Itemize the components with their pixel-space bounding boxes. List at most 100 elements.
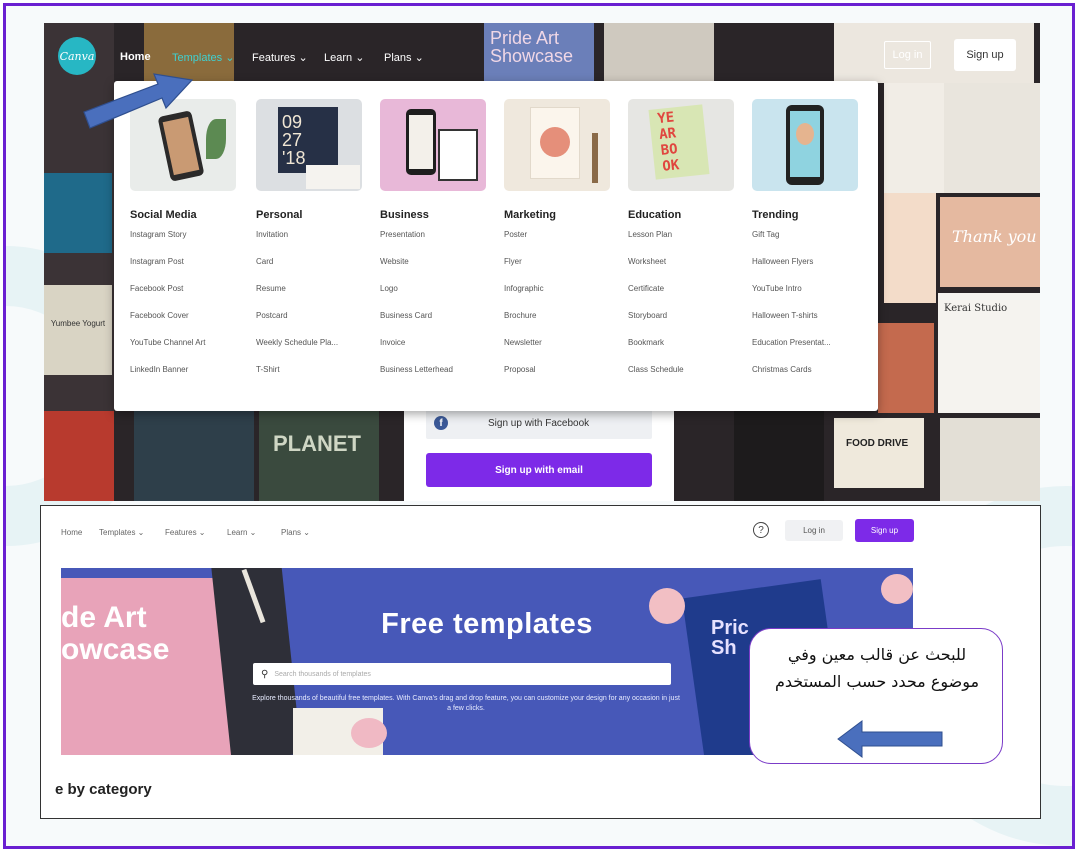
login-button[interactable]: Log in	[884, 41, 931, 69]
column-title[interactable]: Marketing	[504, 209, 614, 221]
login-button[interactable]: Log in	[785, 520, 843, 541]
poster-art-graphic	[540, 127, 570, 157]
menu-item[interactable]: Instagram Story	[130, 229, 240, 256]
food-drive-text: FOOD DRIVE	[846, 438, 909, 449]
menu-item[interactable]: Bookmark	[628, 337, 738, 364]
nav-plans[interactable]: Plans ⌄	[281, 528, 310, 537]
education-thumbnail[interactable]: YE AR BO OK	[628, 99, 734, 191]
menu-item[interactable]: Facebook Post	[130, 283, 240, 310]
menu-item[interactable]: LinkedIn Banner	[130, 364, 240, 391]
dropdown-column-education: YE AR BO OK Education Lesson Plan Worksh…	[628, 99, 738, 391]
column-title[interactable]: Social Media	[130, 209, 240, 221]
hero-description: Explore thousands of beautiful free temp…	[252, 695, 680, 712]
card-graphic: 09 27 '18	[278, 107, 338, 173]
templates-dropdown-menu: Social Media Instagram Story Instagram P…	[114, 81, 878, 411]
bg-template-tile: Yumbee Yogurt	[48, 319, 108, 359]
menu-item[interactable]: Newsletter	[504, 337, 614, 364]
dropdown-column-trending: Trending Gift Tag Halloween Flyers YouTu…	[752, 99, 862, 391]
help-icon[interactable]: ?	[753, 522, 769, 538]
menu-item[interactable]: Poster	[504, 229, 614, 256]
business-thumbnail[interactable]	[380, 99, 486, 191]
menu-item[interactable]: Facebook Cover	[130, 310, 240, 337]
menu-item[interactable]: Card	[256, 256, 366, 283]
menu-item[interactable]: Brochure	[504, 310, 614, 337]
menu-item[interactable]: YouTube Intro	[752, 283, 862, 310]
menu-item[interactable]: Halloween Flyers	[752, 256, 862, 283]
signup-facebook-button[interactable]: f Sign up with Facebook	[426, 407, 652, 439]
menu-item[interactable]: YouTube Channel Art	[130, 337, 240, 364]
dropdown-column-personal: 09 27 '18 Personal Invitation Card Resum…	[256, 99, 366, 391]
menu-item[interactable]: Education Presentat...	[752, 337, 862, 364]
menu-item[interactable]: Storyboard	[628, 310, 738, 337]
facebook-icon: f	[434, 416, 448, 430]
signup-email-button[interactable]: Sign up with email	[426, 453, 652, 487]
menu-item[interactable]: Christmas Cards	[752, 364, 862, 391]
flower-graphic	[351, 718, 387, 748]
leaf-graphic	[206, 119, 226, 159]
menu-item[interactable]: Invitation	[256, 229, 366, 256]
menu-item[interactable]: Presentation	[380, 229, 490, 256]
column-title[interactable]: Trending	[752, 209, 862, 221]
bg-template-tile	[940, 418, 1040, 501]
menu-item[interactable]: Infographic	[504, 283, 614, 310]
bg-template-tile: FOOD DRIVE	[834, 418, 924, 488]
menu-item[interactable]: Gift Tag	[752, 229, 862, 256]
column-title[interactable]: Personal	[256, 209, 366, 221]
flower-graphic	[881, 574, 913, 604]
menu-item[interactable]: Lesson Plan	[628, 229, 738, 256]
bg-template-tile	[44, 173, 112, 253]
nav-learn[interactable]: Learn ⌄	[324, 51, 364, 64]
menu-item[interactable]: Class Schedule	[628, 364, 738, 391]
personal-thumbnail[interactable]: 09 27 '18	[256, 99, 362, 191]
planet-text: PLANET	[273, 431, 361, 456]
nav-templates[interactable]: Templates ⌄	[172, 51, 234, 64]
menu-item[interactable]: Business Card	[380, 310, 490, 337]
nav-home[interactable]: Home	[120, 51, 151, 63]
card-date-text: 09 27 '18	[282, 112, 306, 168]
signup-button[interactable]: Sign up	[954, 39, 1016, 71]
menu-item[interactable]: Halloween T-shirts	[752, 310, 862, 337]
face-graphic	[796, 123, 814, 145]
yearbook-text: YE AR BO OK	[656, 109, 681, 175]
nav-plans[interactable]: Plans ⌄	[384, 51, 424, 64]
trending-thumbnail[interactable]	[752, 99, 858, 191]
menu-item[interactable]: Postcard	[256, 310, 366, 337]
marketing-thumbnail[interactable]	[504, 99, 610, 191]
menu-item[interactable]: Flyer	[504, 256, 614, 283]
column-title[interactable]: Education	[628, 209, 738, 221]
left-arrow-icon	[837, 720, 943, 758]
menu-item[interactable]: Business Letterhead	[380, 364, 490, 391]
yearbook-graphic: YE AR BO OK	[648, 104, 710, 180]
brush-graphic	[592, 133, 598, 183]
templates-pointer-arrow	[83, 73, 194, 129]
bg-template-tile	[884, 193, 936, 303]
nav-learn[interactable]: Learn ⌄	[227, 528, 256, 537]
nav-features[interactable]: Features ⌄	[252, 51, 308, 64]
menu-item[interactable]: Logo	[380, 283, 490, 310]
menu-item[interactable]: Website	[380, 256, 490, 283]
nav-features[interactable]: Features ⌄	[165, 528, 206, 537]
yumbee-text: Yumbee Yogurt	[50, 319, 106, 328]
menu-item[interactable]: Certificate	[628, 283, 738, 310]
menu-item[interactable]: Weekly Schedule Pla...	[256, 337, 366, 364]
dropdown-column-social-media: Social Media Instagram Story Instagram P…	[130, 99, 240, 391]
nav-templates[interactable]: Templates ⌄	[99, 528, 144, 537]
template-search-input[interactable]: ⚲ Search thousands of templates	[253, 663, 671, 685]
search-icon: ⚲	[261, 668, 269, 680]
signup-button[interactable]: Sign up	[855, 519, 914, 542]
menu-item[interactable]: T-Shirt	[256, 364, 366, 391]
menu-item[interactable]: Proposal	[504, 364, 614, 391]
menu-item[interactable]: Resume	[256, 283, 366, 310]
bg-template-tile	[134, 411, 254, 501]
column-title[interactable]: Business	[380, 209, 490, 221]
tablet-graphic	[438, 129, 478, 181]
nav-home[interactable]: Home	[61, 528, 82, 537]
envelope-graphic	[306, 165, 360, 189]
menu-item[interactable]: Worksheet	[628, 256, 738, 283]
menu-item[interactable]: Instagram Post	[130, 256, 240, 283]
search-placeholder: Search thousands of templates	[274, 670, 371, 678]
menu-item[interactable]: Invoice	[380, 337, 490, 364]
thank-you-text: Thank you	[952, 227, 1037, 246]
bg-template-tile	[878, 323, 934, 413]
bg-template-tile	[734, 411, 824, 501]
